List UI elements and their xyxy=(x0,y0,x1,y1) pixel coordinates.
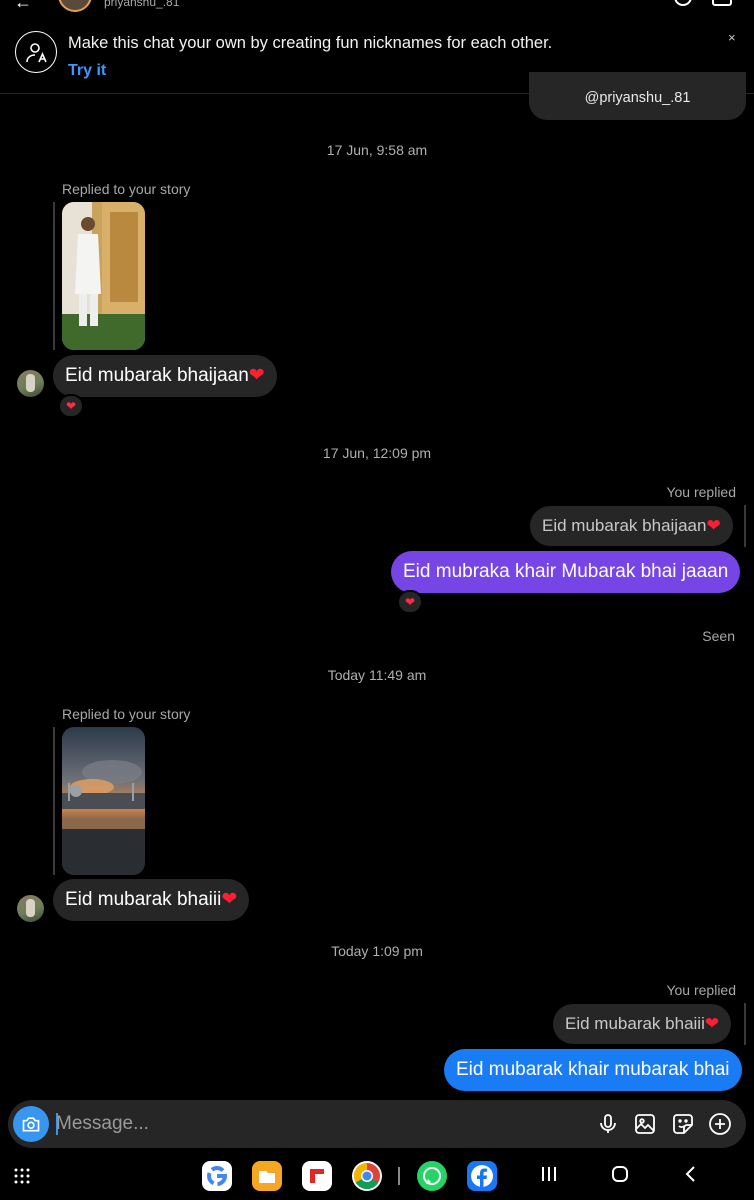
reply-indicator-line xyxy=(744,1003,746,1045)
timestamp: Today 11:49 am xyxy=(327,667,427,683)
contact-avatar-small[interactable] xyxy=(17,895,44,922)
contact-username[interactable]: priyanshu_.81 xyxy=(104,0,179,9)
recent-apps-icon[interactable] xyxy=(540,1164,558,1189)
heart-emoji: ❤ xyxy=(221,889,238,910)
heart-emoji: ❤ xyxy=(248,365,265,386)
files-app-icon[interactable] xyxy=(252,1161,282,1191)
microphone-icon[interactable] xyxy=(596,1112,620,1136)
shared-profile-handle: @priyanshu_.81 xyxy=(584,90,691,106)
incoming-message[interactable]: Eid mubarak bhaiii❤ xyxy=(53,879,250,921)
outgoing-message[interactable]: Eid mubarak khair mubarak bhai xyxy=(444,1049,742,1091)
story-reply-label: Replied to your story xyxy=(62,181,191,197)
camera-icon[interactable] xyxy=(13,1106,49,1142)
timestamp: 17 Jun, 9:58 am xyxy=(326,142,428,158)
incoming-message[interactable]: Eid mubarak bhaijaan❤ xyxy=(53,355,277,397)
reply-indicator-line xyxy=(744,505,746,547)
call-icon[interactable] xyxy=(674,0,692,6)
chat-header: ← priyanshu_.81 xyxy=(0,0,754,14)
sticker-icon[interactable] xyxy=(671,1112,695,1136)
contact-avatar[interactable] xyxy=(58,0,92,12)
facebook-app-icon[interactable] xyxy=(467,1161,497,1191)
google-app-icon[interactable] xyxy=(202,1161,232,1191)
heart-emoji: ❤ xyxy=(706,516,721,535)
heart-reaction[interactable]: ❤ xyxy=(58,394,84,418)
heart-reaction[interactable]: ❤ xyxy=(397,590,423,614)
video-call-icon[interactable] xyxy=(712,0,732,6)
try-it-link[interactable]: Try it xyxy=(68,62,106,80)
you-replied-label: You replied xyxy=(666,484,736,500)
banner-text: Make this chat your own by creating fun … xyxy=(68,34,553,52)
shared-profile-card[interactable]: @priyanshu_.81 xyxy=(529,72,746,120)
you-replied-label: You replied xyxy=(666,982,736,998)
message-input[interactable] xyxy=(56,1112,576,1136)
flipboard-app-icon[interactable] xyxy=(302,1161,332,1191)
reply-indicator-line xyxy=(53,727,55,875)
app-drawer-icon[interactable] xyxy=(14,1168,30,1189)
home-icon[interactable] xyxy=(610,1164,630,1189)
story-thumbnail[interactable] xyxy=(62,202,145,350)
seen-status: Seen xyxy=(702,628,735,644)
plus-icon[interactable] xyxy=(708,1112,732,1136)
whatsapp-app-icon[interactable] xyxy=(417,1161,447,1191)
quoted-message[interactable]: Eid mubarak bhaiii❤ xyxy=(553,1004,732,1044)
dock-divider xyxy=(398,1167,400,1185)
outgoing-message[interactable]: Eid mubraka khair Mubarak bhai jaaan xyxy=(391,551,741,593)
back-arrow-icon[interactable]: ← xyxy=(14,0,32,13)
nickname-icon xyxy=(15,31,57,73)
message-composer xyxy=(8,1100,746,1148)
reply-indicator-line xyxy=(53,202,55,350)
gallery-icon[interactable] xyxy=(633,1112,657,1136)
back-icon[interactable] xyxy=(683,1164,699,1189)
contact-avatar-small[interactable] xyxy=(17,370,44,397)
chrome-app-icon[interactable] xyxy=(352,1161,382,1191)
story-thumbnail[interactable] xyxy=(62,727,145,875)
close-icon[interactable]: × xyxy=(728,30,736,45)
system-navigation-bar xyxy=(0,1150,754,1200)
story-reply-label: Replied to your story xyxy=(62,706,191,722)
heart-emoji: ❤ xyxy=(704,1014,720,1033)
timestamp: Today 1:09 pm xyxy=(331,943,423,959)
timestamp: 17 Jun, 12:09 pm xyxy=(322,445,432,461)
quoted-message[interactable]: Eid mubarak bhaijaan❤ xyxy=(530,506,733,546)
